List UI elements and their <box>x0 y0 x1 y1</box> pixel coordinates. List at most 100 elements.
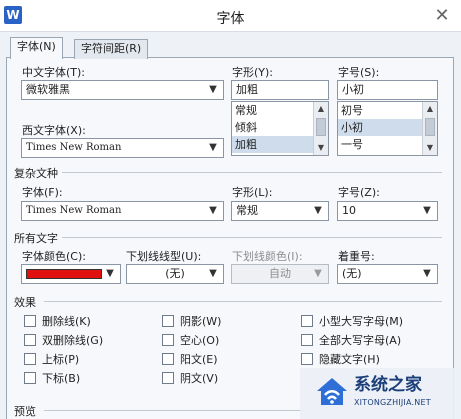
size-label: 字号(S): <box>338 66 380 79</box>
scroll-up-icon[interactable]: ▲ <box>314 102 328 116</box>
checkbox-label: 隐藏文字(H) <box>319 353 380 366</box>
checkbox-label: 空心(O) <box>180 334 220 347</box>
checkbox[interactable] <box>162 315 174 327</box>
scroll-down-icon[interactable]: ▼ <box>423 141 437 155</box>
checkbox-emboss[interactable]: 阳文(E) <box>162 351 218 367</box>
section-complex-script: 复杂文种 <box>14 167 58 180</box>
west-font-label: 西文字体(X): <box>22 124 86 137</box>
cs-size-value: 10 <box>342 204 356 217</box>
cn-font-value: 微软雅黑 <box>26 83 70 96</box>
cs-font-combo[interactable]: Times New Roman ▼ <box>21 201 224 221</box>
underline-style-combo[interactable]: (无) ▼ <box>126 264 224 284</box>
chevron-down-icon[interactable]: ▼ <box>103 266 117 282</box>
checkbox-all-caps[interactable]: 全部大写字母(A) <box>301 332 401 348</box>
west-font-value: Times New Roman <box>26 142 122 153</box>
section-divider <box>44 301 442 302</box>
watermark-text: 系统之家 <box>354 375 422 395</box>
checkbox-label: 双删除线(G) <box>42 334 104 347</box>
font-color-picker[interactable]: ▼ <box>21 264 121 284</box>
chevron-down-icon[interactable]: ▼ <box>311 203 325 219</box>
west-font-combo[interactable]: Times New Roman ▼ <box>21 138 224 158</box>
checkbox[interactable] <box>301 315 313 327</box>
style-label: 字形(Y): <box>232 66 274 79</box>
checkbox[interactable] <box>24 353 36 365</box>
tab-character-spacing[interactable]: 字符间距(R) <box>74 39 149 59</box>
checkbox[interactable] <box>24 315 36 327</box>
cs-size-combo[interactable]: 10 ▼ <box>337 201 438 221</box>
section-divider <box>62 237 442 238</box>
section-divider <box>62 172 442 173</box>
cs-font-value: Times New Roman <box>26 205 122 216</box>
cs-style-label: 字形(L): <box>232 186 273 199</box>
underline-color-value: 自动 <box>269 267 291 280</box>
size-input-value: 小初 <box>342 83 364 96</box>
cs-style-combo[interactable]: 常规 ▼ <box>231 201 329 221</box>
font-color-label: 字体颜色(C): <box>22 250 86 263</box>
underline-style-value: (无) <box>165 267 185 280</box>
checkbox-label: 阳文(E) <box>180 353 218 366</box>
checkbox-subscript[interactable]: 下标(B) <box>24 370 80 386</box>
style-listbox[interactable]: 常规 倾斜 加粗 ▲ ▼ <box>231 101 329 156</box>
size-input[interactable]: 小初 <box>337 80 438 100</box>
watermark-url: XITONGZHIJIA.NET <box>354 398 431 407</box>
section-effects: 效果 <box>14 296 36 309</box>
style-input[interactable]: 加粗 <box>231 80 329 100</box>
size-scrollbar[interactable]: ▲ ▼ <box>422 102 437 155</box>
chevron-down-icon[interactable]: ▼ <box>206 82 220 98</box>
chevron-down-icon[interactable]: ▼ <box>420 266 434 282</box>
section-preview: 预览 <box>14 405 36 418</box>
checkbox-label: 阴文(V) <box>180 372 219 385</box>
checkbox[interactable] <box>301 353 313 365</box>
scroll-thumb[interactable] <box>425 118 435 136</box>
close-button[interactable]: ✕ <box>428 4 456 28</box>
emphasis-value: (无) <box>342 267 362 280</box>
checkbox-label: 上标(P) <box>42 353 80 366</box>
checkbox[interactable] <box>24 334 36 346</box>
scroll-down-icon[interactable]: ▼ <box>314 141 328 155</box>
section-divider <box>44 410 304 411</box>
checkbox-label: 全部大写字母(A) <box>319 334 402 347</box>
checkbox[interactable] <box>162 353 174 365</box>
checkbox[interactable] <box>162 372 174 384</box>
checkbox[interactable] <box>24 372 36 384</box>
style-input-value: 加粗 <box>236 83 258 96</box>
emphasis-combo[interactable]: (无) ▼ <box>337 264 438 284</box>
chevron-down-icon[interactable]: ▼ <box>206 140 220 156</box>
checkbox-label: 删除线(K) <box>42 315 91 328</box>
emphasis-label: 着重号: <box>338 250 375 263</box>
style-scrollbar[interactable]: ▲ ▼ <box>313 102 328 155</box>
underline-style-label: 下划线线型(U): <box>126 250 202 263</box>
checkbox-label: 阴影(W) <box>180 315 222 328</box>
checkbox[interactable] <box>162 334 174 346</box>
cn-font-label: 中文字体(T): <box>22 66 86 79</box>
checkbox-strikethrough[interactable]: 删除线(K) <box>24 313 91 329</box>
checkbox-engrave[interactable]: 阴文(V) <box>162 370 218 386</box>
chevron-down-icon[interactable]: ▼ <box>420 203 434 219</box>
scroll-thumb[interactable] <box>316 118 326 136</box>
size-listbox[interactable]: 初号 小初 一号 ▲ ▼ <box>337 101 438 156</box>
checkbox-superscript[interactable]: 上标(P) <box>24 351 79 367</box>
underline-color-combo: 自动 ▼ <box>231 264 329 284</box>
checkbox[interactable] <box>301 334 313 346</box>
color-swatch <box>26 269 102 279</box>
checkbox-small-caps[interactable]: 小型大写字母(M) <box>301 313 403 329</box>
dialog-title: 字体 <box>216 11 245 27</box>
checkbox-outline[interactable]: 空心(O) <box>162 332 219 348</box>
cs-size-label: 字号(Z): <box>338 186 380 199</box>
cs-style-value: 常规 <box>236 204 258 217</box>
chevron-down-icon[interactable]: ▼ <box>206 266 220 282</box>
section-all-text: 所有文字 <box>14 232 58 245</box>
checkbox-hidden[interactable]: 隐藏文字(H) <box>301 351 380 367</box>
house-logo-icon <box>317 378 347 405</box>
underline-color-label: 下划线颜色(I): <box>232 250 303 263</box>
checkbox-double-strikethrough[interactable]: 双删除线(G) <box>24 332 103 348</box>
tab-font[interactable]: 字体(N) <box>10 37 63 59</box>
checkbox-shadow[interactable]: 阴影(W) <box>162 313 221 329</box>
cs-font-label: 字体(F): <box>22 186 63 199</box>
checkbox-label: 小型大写字母(M) <box>319 315 404 328</box>
chevron-down-icon[interactable]: ▼ <box>206 203 220 219</box>
cn-font-combo[interactable]: 微软雅黑 ▼ <box>21 80 224 100</box>
checkbox-label: 下标(B) <box>42 372 81 385</box>
chevron-down-icon: ▼ <box>314 268 322 279</box>
scroll-up-icon[interactable]: ▲ <box>423 102 437 116</box>
